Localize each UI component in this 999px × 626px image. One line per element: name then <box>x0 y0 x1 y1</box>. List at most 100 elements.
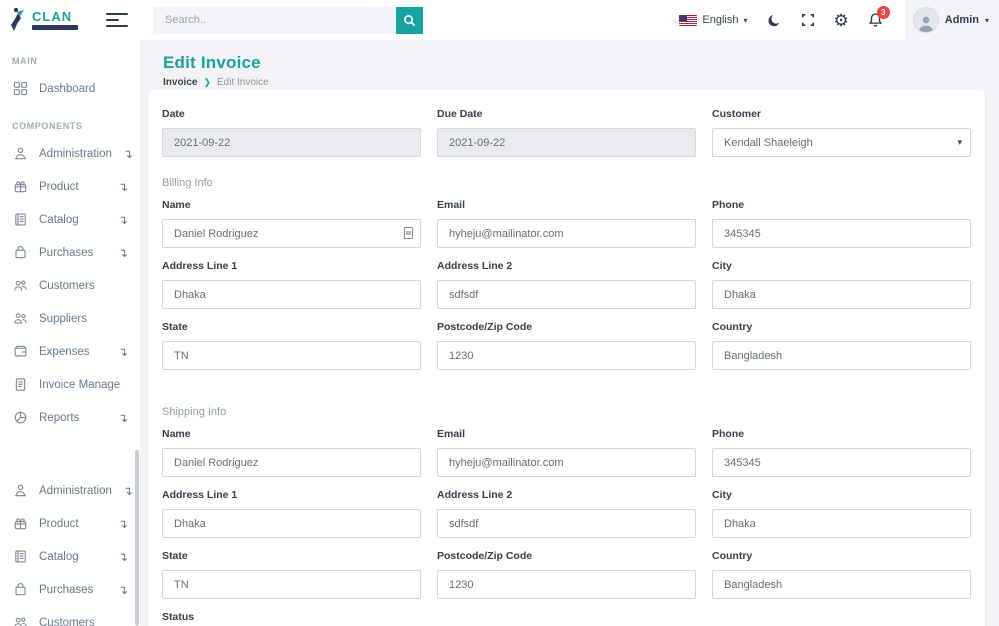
customer-label: Customer <box>712 108 971 120</box>
search-input[interactable] <box>153 7 396 34</box>
date-input[interactable] <box>162 128 421 157</box>
sidebar-item-invoice-manage[interactable]: Invoice Manage <box>0 368 140 401</box>
dark-mode-moon-icon[interactable] <box>767 13 782 28</box>
phone-input[interactable] <box>712 219 971 248</box>
submenu-arrow-icon: ↴ <box>118 517 128 531</box>
email-input[interactable] <box>437 448 696 477</box>
notification-count-badge: 3 <box>877 6 890 19</box>
product-icon <box>12 179 28 195</box>
country-input[interactable] <box>712 341 971 370</box>
breadcrumb: Invoice ❯ Edit Invoice <box>163 77 999 88</box>
sidebar-scrollbar[interactable] <box>135 450 139 626</box>
invoice-icon <box>12 377 28 393</box>
city-input[interactable] <box>712 509 971 538</box>
date-label: Date <box>162 108 421 120</box>
language-selector[interactable]: English ▾ <box>679 14 747 26</box>
edit-invoice-card: DateDue DateCustomerKendall Shaeleigh▾Bi… <box>148 90 985 626</box>
sidebar-item-label: Purchases <box>39 247 93 259</box>
brand-logo[interactable]: CLAN <box>8 7 78 33</box>
breadcrumb-invoice[interactable]: Invoice <box>163 77 197 88</box>
submenu-arrow-icon: ↴ <box>118 583 128 597</box>
sidebar-item-suppliers[interactable]: Suppliers <box>0 302 140 335</box>
dashboard-icon <box>12 81 28 97</box>
sidebar-item-product[interactable]: Product ↴ <box>0 507 140 540</box>
email-label: Email <box>437 199 696 211</box>
sidebar-item-label: Product <box>39 518 79 530</box>
sidebar: CLAN MAINDashboardCOMPONENTSAdministrati… <box>0 0 140 626</box>
sidebar-item-reports[interactable]: Reports↴ <box>0 401 140 434</box>
customers-icon <box>12 278 28 294</box>
address-line-2-input[interactable] <box>437 509 696 538</box>
address-line-2-label: Address Line 2 <box>437 260 696 272</box>
avatar <box>913 7 939 33</box>
sidebar-item-label: Customers <box>39 280 95 292</box>
due-date-input[interactable] <box>437 128 696 157</box>
search-button[interactable] <box>396 7 423 34</box>
settings-gear-icon[interactable]: ⚙ <box>834 12 849 29</box>
postcode-zip-code-label: Postcode/Zip Code <box>437 321 696 333</box>
sidebar-item-dashboard[interactable]: Dashboard <box>0 72 140 105</box>
sidebar-item-customers[interactable]: Customers <box>0 269 140 302</box>
sidebar-item-label: Expenses <box>39 346 90 358</box>
phone-label: Phone <box>712 428 971 440</box>
sidebar-item-catalog[interactable]: Catalog↴ <box>0 540 140 573</box>
admin-menu[interactable]: Admin ▾ <box>905 0 999 40</box>
address-line-1-label: Address Line 1 <box>162 260 421 272</box>
notifications-bell[interactable]: 3 <box>868 12 883 28</box>
phone-input[interactable] <box>712 448 971 477</box>
reports-icon <box>12 410 28 426</box>
sidebar-item-label: Administration <box>39 485 112 497</box>
brand-name: CLAN <box>32 10 78 23</box>
sidebar-item-expenses[interactable]: Expenses ↴ <box>0 335 140 368</box>
administration-icon <box>12 483 28 499</box>
submenu-arrow-icon: ↴ <box>118 411 128 425</box>
sidebar-item-customers[interactable]: Customers <box>0 606 140 626</box>
breadcrumb-edit-invoice: Edit Invoice <box>217 77 269 88</box>
customers-icon <box>12 615 28 626</box>
postcode-zip-code-input[interactable] <box>437 341 696 370</box>
status-label: Status <box>162 611 421 623</box>
name-input[interactable] <box>162 448 421 477</box>
submenu-arrow-icon: ↴ <box>118 345 128 359</box>
sidebar-item-label: Catalog <box>39 214 79 226</box>
sidebar-item-catalog[interactable]: Catalog ↴ <box>0 203 140 236</box>
search-box <box>153 7 423 34</box>
administration-icon <box>12 146 28 162</box>
sidebar-item-purchases[interactable]: Purchases↴ <box>0 573 140 606</box>
customer-select[interactable]: Kendall Shaeleigh▾ <box>712 128 971 157</box>
address-line-1-input[interactable] <box>162 509 421 538</box>
submenu-arrow-icon: ↴ <box>123 484 133 498</box>
fullscreen-icon[interactable] <box>801 13 815 27</box>
address-line-2-input[interactable] <box>437 280 696 309</box>
sidebar-item-product[interactable]: Product↴ <box>0 170 140 203</box>
submenu-arrow-icon: ↴ <box>118 213 128 227</box>
city-input[interactable] <box>712 280 971 309</box>
submenu-arrow-icon: ↴ <box>123 147 133 161</box>
contact-autofill-icon[interactable] <box>404 227 413 239</box>
sidebar-item-administration[interactable]: Administration↴ <box>0 137 140 170</box>
country-input[interactable] <box>712 570 971 599</box>
runner-logo-icon <box>8 7 30 33</box>
page-title: Edit Invoice <box>163 53 999 73</box>
sidebar-item-label: Customers <box>39 617 95 626</box>
address-line-2-label: Address Line 2 <box>437 489 696 501</box>
name-input[interactable] <box>162 219 421 248</box>
state-input[interactable] <box>162 341 421 370</box>
sidebar-item-purchases[interactable]: Purchases ↴ <box>0 236 140 269</box>
sidebar-toggle-hamburger-icon[interactable] <box>106 9 128 31</box>
catalog-icon <box>12 212 28 228</box>
email-input[interactable] <box>437 219 696 248</box>
phone-label: Phone <box>712 199 971 211</box>
name-label: Name <box>162 199 421 211</box>
chevron-down-icon: ▾ <box>743 16 747 25</box>
city-label: City <box>712 489 971 501</box>
state-input[interactable] <box>162 570 421 599</box>
purchases-icon <box>12 245 28 261</box>
topbar: English ▾ ⚙ 3 Admin ▾ <box>140 0 999 40</box>
sidebar-item-administration[interactable]: Administration ↴ <box>0 474 140 507</box>
sidebar-item-label: Suppliers <box>39 313 87 325</box>
expenses-icon <box>12 344 28 360</box>
submenu-arrow-icon: ↴ <box>118 246 128 260</box>
postcode-zip-code-input[interactable] <box>437 570 696 599</box>
address-line-1-input[interactable] <box>162 280 421 309</box>
